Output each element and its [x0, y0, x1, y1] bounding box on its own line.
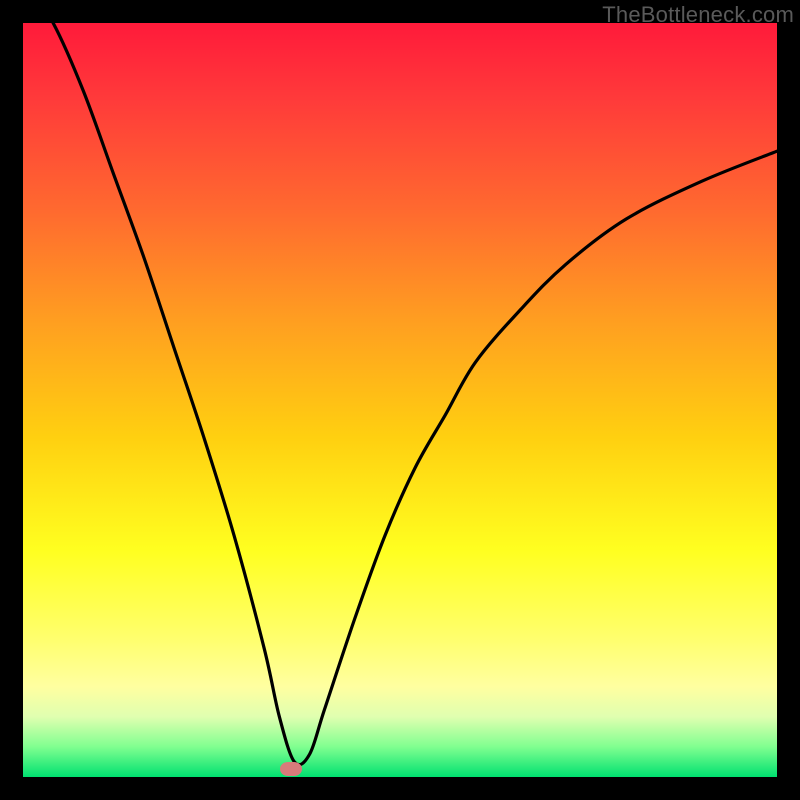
optimal-point-marker [280, 762, 302, 776]
watermark-text: TheBottleneck.com [602, 2, 794, 28]
bottleneck-curve [23, 23, 777, 777]
chart-plot-area [23, 23, 777, 777]
